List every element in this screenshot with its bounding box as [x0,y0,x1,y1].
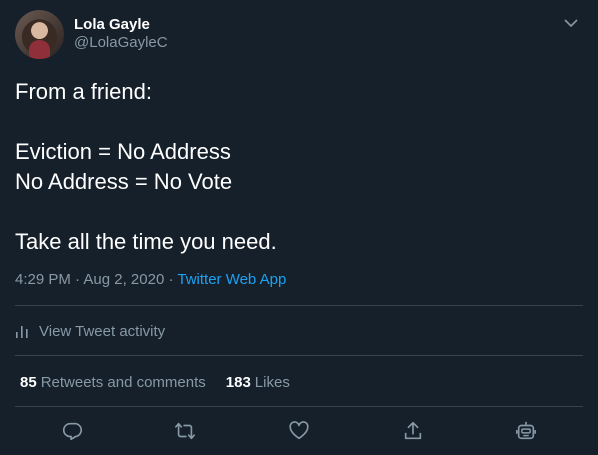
action-bar [15,418,583,444]
tweet-stats: 85 Retweets and comments 183 Likes [20,371,290,393]
retweet-icon[interactable] [172,418,198,444]
divider [15,406,583,407]
tweet-line: From a friend: [15,79,152,104]
likes-count[interactable]: 183 [226,374,251,391]
handle[interactable]: @LolaGayleC [74,34,168,52]
tweet-meta: 4:29 PM · Aug 2, 2020 · Twitter Web App [15,270,286,290]
tweet-line [15,197,583,227]
share-icon[interactable] [400,418,426,444]
tweet-source[interactable]: Twitter Web App [177,271,286,288]
like-icon[interactable] [286,418,312,444]
tweet-line: Eviction = No Address [15,139,231,164]
divider [15,355,583,356]
tweet-header: Lola Gayle @LolaGayleC [15,10,583,60]
display-name[interactable]: Lola Gayle [74,16,168,34]
chevron-down-icon[interactable] [562,14,580,32]
bar-chart-icon [15,322,33,340]
tweet-text: From a friend: Eviction = No Address No … [15,77,583,257]
tweet-date[interactable]: Aug 2, 2020 [83,271,164,288]
tweet-line: Take all the time you need. [15,229,277,254]
bot-icon[interactable] [513,418,539,444]
meta-separator: · [70,271,84,288]
retweets-label[interactable]: Retweets and comments [41,374,206,391]
tweet-line: No Address = No Vote [15,169,233,194]
meta-separator: · [164,271,178,288]
tweet: Lola Gayle @LolaGayleC From a friend: Ev… [0,0,598,455]
retweets-count[interactable]: 85 [20,374,37,391]
divider [15,305,583,306]
likes-label[interactable]: Likes [255,374,290,391]
view-tweet-activity[interactable]: View Tweet activity [15,320,165,342]
activity-label: View Tweet activity [39,322,166,340]
avatar[interactable] [15,10,64,59]
tweet-time[interactable]: 4:29 PM [15,271,71,288]
tweet-line [15,107,583,137]
author-names: Lola Gayle @LolaGayleC [74,16,168,60]
reply-icon[interactable] [59,418,85,444]
